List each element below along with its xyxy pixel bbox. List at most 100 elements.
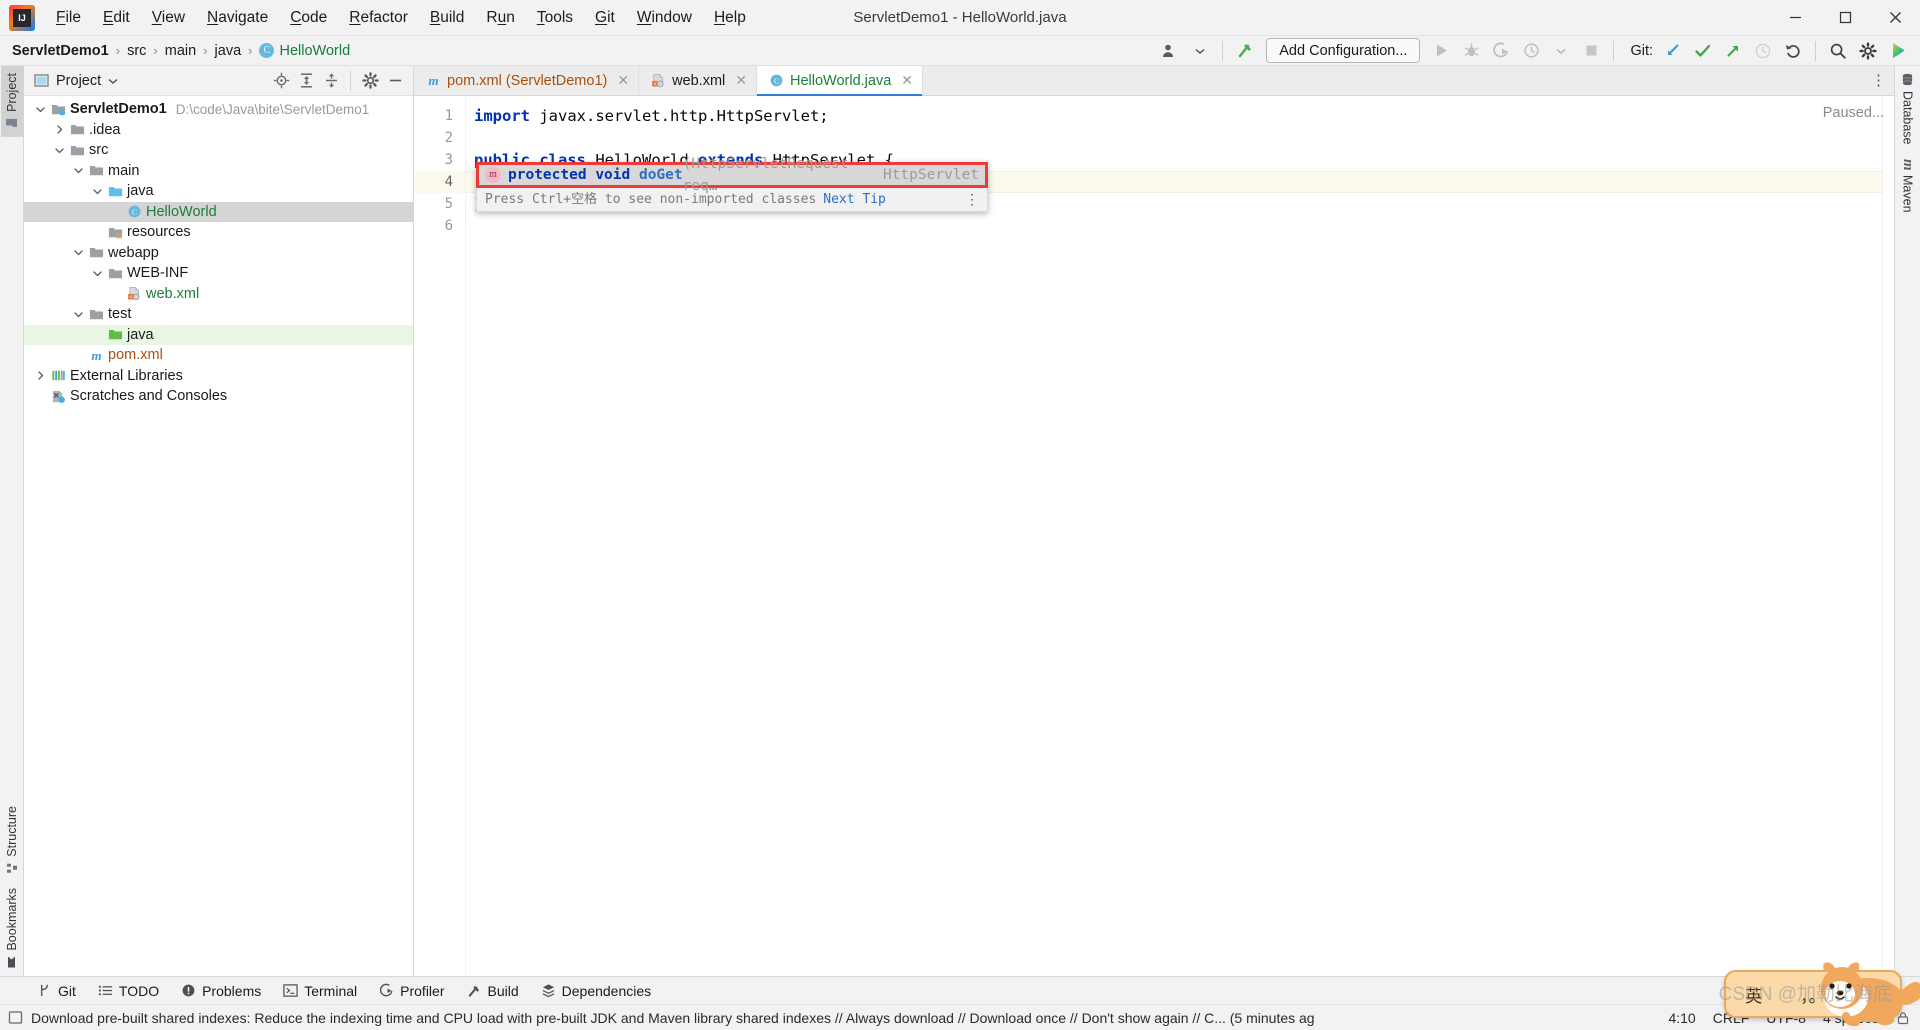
menu-run[interactable]: Run (475, 4, 525, 32)
close-tab-icon[interactable]: ✕ (735, 72, 747, 89)
bottom-tab-dependencies[interactable]: Dependencies (530, 980, 663, 1002)
chevron-down-icon[interactable] (72, 308, 85, 321)
tree-node-main[interactable]: main (24, 161, 413, 182)
ide-assistant-icon[interactable] (1884, 38, 1912, 64)
chevron-right-icon[interactable] (34, 369, 47, 382)
git-push-icon[interactable] (1719, 38, 1747, 64)
tree-node-servletdemo1[interactable]: ServletDemo1D:\code\Java\bite\ServletDem… (24, 99, 413, 120)
chevron-down-icon[interactable] (1547, 38, 1575, 64)
git-rollback-icon[interactable] (1779, 38, 1807, 64)
editor-tab-web-xml[interactable]: <web.xml✕ (639, 66, 757, 95)
menu-refactor[interactable]: Refactor (338, 4, 419, 32)
bottom-tab-terminal[interactable]: Terminal (272, 980, 368, 1002)
tree-node-external-libraries[interactable]: External Libraries (24, 366, 413, 387)
breadcrumb-src[interactable]: src (127, 43, 146, 59)
close-tab-icon[interactable]: ✕ (617, 72, 629, 89)
git-commit-icon[interactable] (1689, 38, 1717, 64)
settings-gear-icon[interactable] (1854, 38, 1882, 64)
editor-right-rail[interactable] (1882, 96, 1894, 976)
stop-icon[interactable] (1577, 38, 1605, 64)
tree-node-java[interactable]: java (24, 325, 413, 346)
code-line[interactable] (466, 215, 1882, 237)
ime-mode-label[interactable]: 英 (1745, 982, 1762, 1007)
breadcrumb-class[interactable]: HelloWorld (279, 43, 350, 59)
settings-gear-icon[interactable] (358, 69, 382, 93)
tree-node-src[interactable]: src (24, 140, 413, 161)
completion-item-doget[interactable]: m protected void doGet (HttpServletReque… (476, 162, 988, 188)
sidebar-item-database[interactable]: Database (1897, 66, 1919, 152)
breadcrumb-main[interactable]: main (165, 43, 196, 59)
chevron-down-icon[interactable] (91, 185, 104, 198)
chevron-down-icon[interactable] (1186, 38, 1214, 64)
menu-window[interactable]: Window (626, 4, 703, 32)
menu-tools[interactable]: Tools (526, 4, 584, 32)
close-tab-icon[interactable]: ✕ (901, 72, 913, 89)
line-number[interactable]: 4 (414, 171, 465, 193)
code-line[interactable]: import javax.servlet.http.HttpServlet; (466, 105, 1882, 127)
tree-node-webapp[interactable]: webapp (24, 243, 413, 264)
minimize-button[interactable] (1770, 0, 1820, 36)
breadcrumb-project[interactable]: ServletDemo1 (12, 43, 109, 59)
hide-panel-icon[interactable] (383, 69, 407, 93)
tree-node-test[interactable]: test (24, 304, 413, 325)
menu-bar[interactable]: FileEditViewNavigateCodeRefactorBuildRun… (45, 0, 757, 36)
editor-tab-helloworld-java[interactable]: CHelloWorld.java✕ (757, 66, 923, 95)
editor-tab-overflow[interactable]: ⋮ (1871, 66, 1894, 95)
run-icon[interactable] (1427, 38, 1455, 64)
sidebar-item-bookmarks[interactable]: Bookmarks (1, 881, 23, 976)
collapse-all-icon[interactable] (319, 69, 343, 93)
line-number[interactable]: 1 (414, 105, 465, 127)
code-line[interactable] (466, 127, 1882, 149)
maximize-button[interactable] (1820, 0, 1870, 36)
bottom-tab-build[interactable]: Build (456, 980, 530, 1002)
status-message[interactable]: Download pre-built shared indexes: Reduc… (31, 1010, 1315, 1026)
chevron-down-icon[interactable] (34, 103, 47, 116)
sidebar-item-maven[interactable]: m Maven (1895, 152, 1920, 220)
line-number[interactable]: 2 (414, 127, 465, 149)
tree-node-web-inf[interactable]: WEB-INF (24, 263, 413, 284)
search-everywhere-icon[interactable] (1824, 38, 1852, 64)
ime-floating-toolbar[interactable]: 英 ，。 (1724, 970, 1902, 1018)
menu-build[interactable]: Build (419, 4, 475, 32)
line-number[interactable]: 6 (414, 215, 465, 237)
tree-node-java[interactable]: java (24, 181, 413, 202)
caret-position[interactable]: 4:10 (1668, 1010, 1695, 1026)
editor-tab-pom-xml-servletdemo1-[interactable]: mpom.xml (ServletDemo1)✕ (414, 66, 639, 95)
notification-icon[interactable] (8, 1010, 23, 1025)
add-configuration-button[interactable]: Add Configuration... (1266, 38, 1420, 63)
chevron-down-icon[interactable] (72, 246, 85, 259)
line-number[interactable]: 5 (414, 193, 465, 215)
editor-tab-bar[interactable]: mpom.xml (ServletDemo1)✕<web.xml✕CHelloW… (414, 66, 1894, 96)
menu-navigate[interactable]: Navigate (196, 4, 279, 32)
bottom-tab-todo[interactable]: TODO (87, 980, 170, 1002)
locate-target-icon[interactable] (269, 69, 293, 93)
tree-node-resources[interactable]: resources (24, 222, 413, 243)
bottom-tab-problems[interactable]: Problems (170, 980, 272, 1002)
sidebar-item-project[interactable]: Project (1, 66, 23, 137)
bottom-tab-git[interactable]: Git (26, 980, 87, 1002)
sidebar-item-structure[interactable]: Structure (1, 799, 23, 882)
menu-file[interactable]: File (45, 4, 92, 32)
tree-node-pom-xml[interactable]: mpom.xml (24, 345, 413, 366)
line-number[interactable]: 3 (414, 149, 465, 171)
menu-help[interactable]: Help (703, 4, 757, 32)
menu-code[interactable]: Code (279, 4, 338, 32)
run-with-coverage-icon[interactable] (1487, 38, 1515, 64)
menu-view[interactable]: View (141, 4, 196, 32)
chevron-down-icon[interactable] (108, 76, 118, 86)
bottom-tab-profiler[interactable]: Profiler (368, 980, 455, 1002)
git-update-icon[interactable] (1659, 38, 1687, 64)
expand-all-icon[interactable] (294, 69, 318, 93)
ime-punctuation-label[interactable]: ，。 (1800, 982, 1826, 1007)
tree-node--idea[interactable]: .idea (24, 120, 413, 141)
debug-icon[interactable] (1457, 38, 1485, 64)
user-profile-icon[interactable] (1156, 38, 1184, 64)
project-tree[interactable]: ServletDemo1D:\code\Java\bite\ServletDem… (24, 96, 413, 976)
bottom-tool-window-bar[interactable]: GitTODOProblemsTerminalProfilerBuildDepe… (0, 976, 1920, 1004)
breadcrumb-java[interactable]: java (215, 43, 242, 59)
code-completion-popup[interactable]: m protected void doGet (HttpServletReque… (476, 162, 988, 212)
chevron-down-icon[interactable] (72, 164, 85, 177)
menu-edit[interactable]: Edit (92, 4, 141, 32)
menu-git[interactable]: Git (584, 4, 626, 32)
ime-tool-icon[interactable] (1864, 986, 1881, 1003)
